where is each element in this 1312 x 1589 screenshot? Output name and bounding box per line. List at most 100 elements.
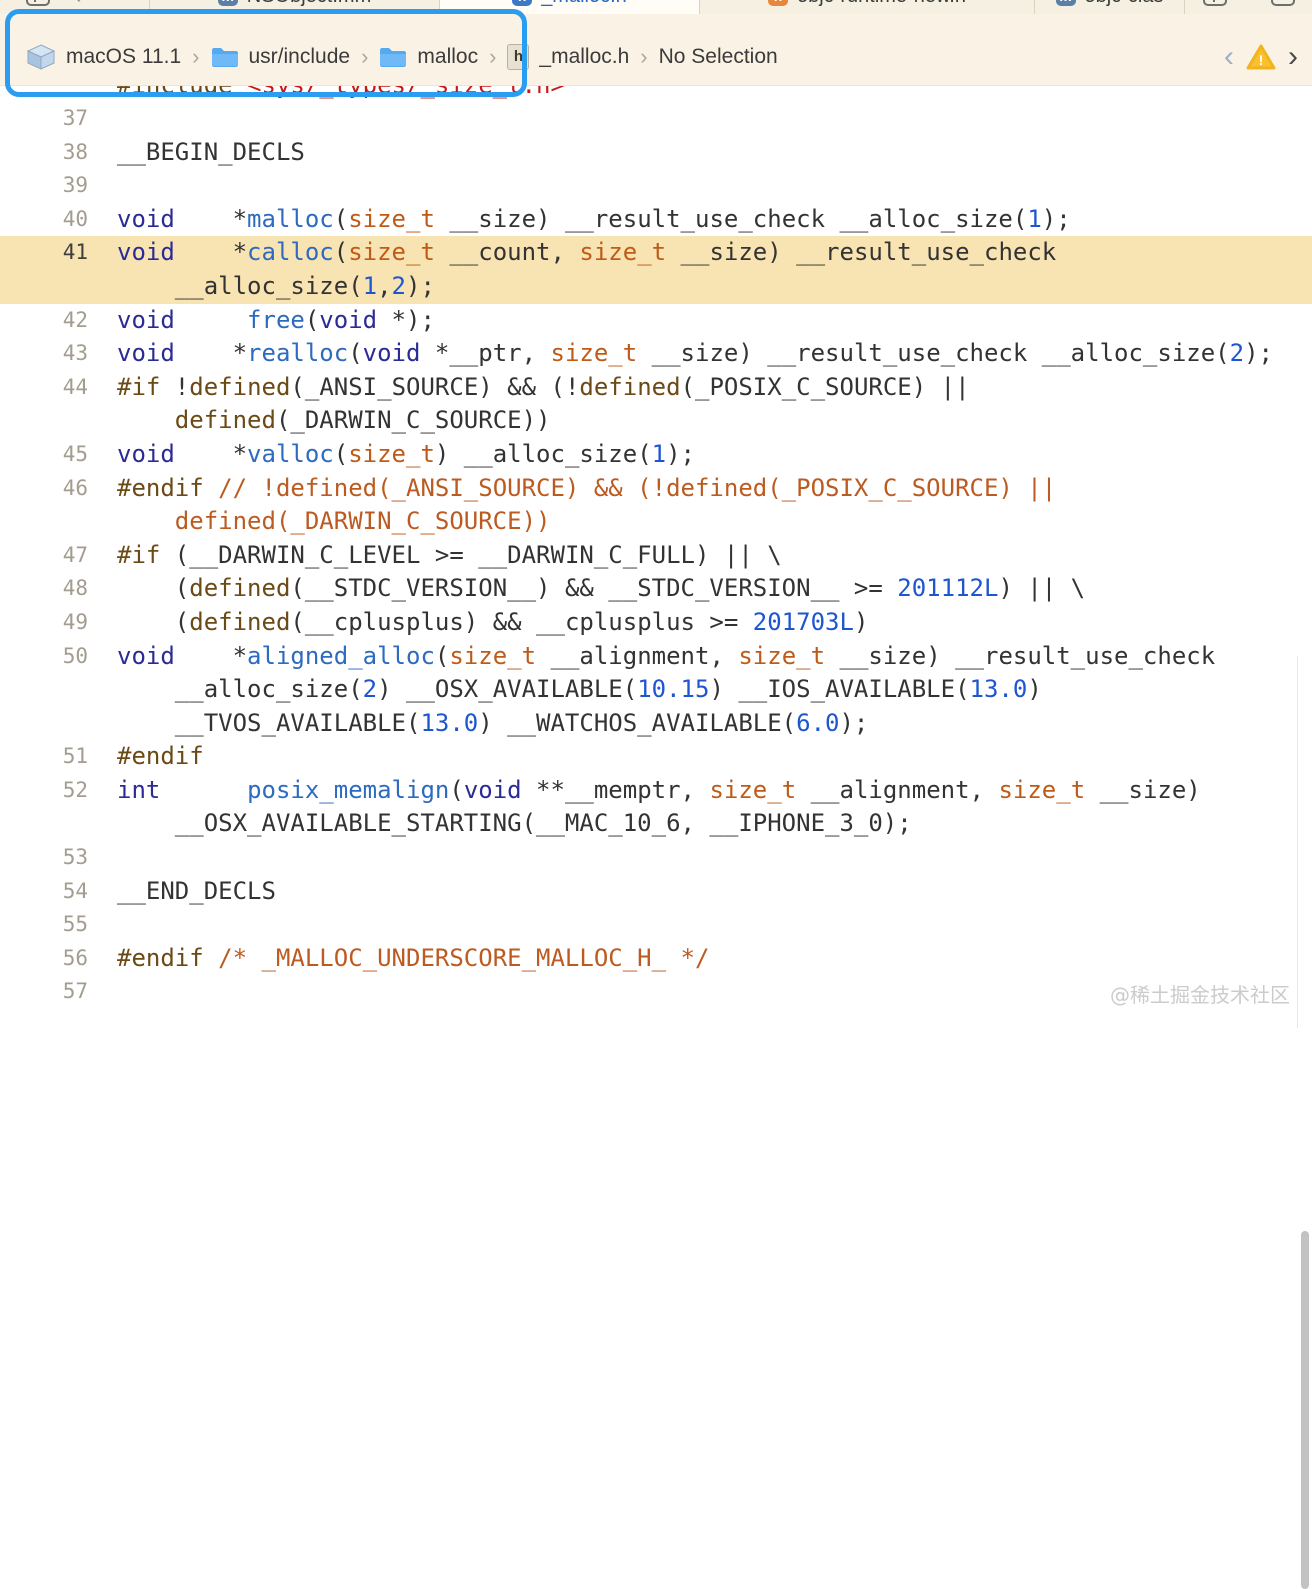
jump-bar: macOS 11.1 › usr/include › malloc › h _m… [0,14,1312,86]
svg-text:!: ! [1259,52,1264,68]
code-row[interactable]: __OSX_AVAILABLE_STARTING(__MAC_10_6, __I… [0,807,1312,841]
line-number[interactable] [0,673,88,707]
editor-layout-icon[interactable] [26,0,50,6]
code-row[interactable]: __alloc_size(2) __OSX_AVAILABLE(10.15) _… [0,673,1312,707]
line-number[interactable] [0,505,88,539]
code-row[interactable]: 55 [0,908,1312,942]
breadcrumb-folder-usr-include[interactable]: usr/include [249,45,351,69]
code-line: __END_DECLS [117,876,276,905]
code-row[interactable]: 56 #endif /* _MALLOC_UNDERSCORE_MALLOC_H_… [0,942,1312,976]
code-row[interactable]: 42 void free(void *); [0,304,1312,338]
code-row[interactable]: 37 [0,102,1312,136]
code-line: void *valloc(size_t) __alloc_size(1); [117,439,696,468]
code-row[interactable]: #include <sys/_types/_size_t.h> [0,86,1312,102]
scrollbar-thumb[interactable] [1301,1231,1309,1589]
line-number[interactable]: 47 [0,539,88,573]
related-items-back-chevron-icon[interactable]: ‹ [1224,41,1234,71]
code-row[interactable]: 53 [0,841,1312,875]
code-row[interactable]: 46 #endif // !defined(_ANSI_SOURCE) && (!… [0,472,1312,506]
header-file-icon: h [507,43,530,70]
next-issue-chevron-icon[interactable]: › [1288,41,1298,71]
breadcrumb-selection[interactable]: No Selection [659,45,778,69]
code-line: __alloc_size(1,2); [117,271,435,300]
split-editor-icon[interactable] [1202,0,1227,6]
code-row[interactable]: 47 #if (__DARWIN_C_LEVEL >= __DARWIN_C_FU… [0,539,1312,573]
line-number[interactable]: 46 [0,472,88,506]
code-row[interactable]: 48 (defined(__STDC_VERSION__) && __STDC_… [0,572,1312,606]
line-number[interactable]: 41 [0,236,88,270]
line-number[interactable]: 44 [0,371,88,405]
code-row[interactable]: 41 void *calloc(size_t __count, size_t __… [0,236,1312,270]
line-number[interactable]: 37 [0,102,88,136]
code-row[interactable]: 39 [0,169,1312,203]
code-line: #endif [117,742,204,771]
sdk-package-icon [26,43,56,71]
line-number[interactable] [0,807,88,841]
back-chevron-icon[interactable]: ‹ [74,0,81,9]
code-line: #endif // !defined(_ANSI_SOURCE) && (!de… [117,473,1057,502]
breadcrumb-folder-malloc[interactable]: malloc [417,45,478,69]
breadcrumb: macOS 11.1 › usr/include › malloc › h _m… [26,43,778,71]
line-number[interactable] [0,86,88,102]
warning-icon[interactable]: ! [1246,44,1276,70]
folder-icon [379,46,407,68]
line-number[interactable] [0,404,88,438]
code-line: void *malloc(size_t __size) __result_use… [117,204,1071,233]
code-row[interactable]: 40 void *malloc(size_t __size) __result_u… [0,203,1312,237]
tab-label: objc-runtime-new.h [797,0,966,8]
line-number[interactable]: 38 [0,136,88,170]
tab-nsobject-mm[interactable]: m NSObject.mm [150,0,440,14]
code-row[interactable]: defined(_DARWIN_C_SOURCE)) [0,404,1312,438]
line-number[interactable]: 40 [0,203,88,237]
code-row[interactable]: defined(_DARWIN_C_SOURCE)) [0,505,1312,539]
code-rows: 37 38 __BEGIN_DECLS 39 40 void *malloc(size_t… [0,102,1312,1009]
line-number[interactable]: 39 [0,169,88,203]
line-number[interactable]: 56 [0,942,88,976]
breadcrumb-file[interactable]: _malloc.h [539,45,629,69]
code-line: #if !defined(_ANSI_SOURCE) && (!defined(… [117,372,970,401]
code-row[interactable]: __TVOS_AVAILABLE(13.0) __WATCHOS_AVAILAB… [0,707,1312,741]
code-row[interactable]: 38 __BEGIN_DECLS [0,136,1312,170]
add-editor-icon[interactable] [1270,0,1295,6]
line-number[interactable]: 53 [0,841,88,875]
line-number[interactable]: 45 [0,438,88,472]
tab-malloc-h[interactable]: h _malloc.h [440,0,700,14]
source-editor[interactable]: #include <sys/_types/_size_t.h> 3738 __BE… [0,86,1312,1589]
code-row[interactable]: 54 __END_DECLS [0,875,1312,909]
code-row[interactable]: __alloc_size(1,2); [0,269,1312,304]
h-file-type-icon: h [768,0,789,6]
line-number[interactable]: 51 [0,740,88,774]
code-row[interactable]: 50 void *aligned_alloc(size_t __alignment… [0,640,1312,674]
line-number[interactable] [0,270,88,304]
scrollbar-track[interactable] [1297,656,1312,1589]
line-number[interactable]: 48 [0,572,88,606]
tab-objc-class[interactable]: m objc-clas [1035,0,1185,14]
line-number[interactable]: 49 [0,606,88,640]
code-line: void *realloc(void *__ptr, size_t __size… [117,339,1273,368]
tab-label: objc-clas [1085,0,1164,8]
code-row[interactable]: 52 int posix_memalign(void **__memptr, si… [0,774,1312,808]
code-row[interactable]: 45 void *valloc(size_t) __alloc_size(1); [0,438,1312,472]
line-number[interactable]: 57 [0,975,88,1009]
code-line: (defined(__cplusplus) && __cplusplus >= … [117,607,869,636]
tab-label: NSObject.mm [247,0,371,8]
jumpbar-right-controls: ‹ ! › [1224,41,1298,71]
line-number[interactable] [0,707,88,741]
code-row[interactable]: 49 (defined(__cplusplus) && __cplusplus … [0,606,1312,640]
line-number[interactable]: 55 [0,908,88,942]
code-row[interactable]: 44 #if !defined(_ANSI_SOURCE) && (!define… [0,371,1312,405]
code-row[interactable]: 43 void *realloc(void *__ptr, size_t __si… [0,337,1312,371]
code-row[interactable]: 51 #endif [0,740,1312,774]
line-number[interactable]: 42 [0,304,88,338]
breadcrumb-sdk[interactable]: macOS 11.1 [66,45,181,69]
line-number[interactable]: 43 [0,337,88,371]
tab-objc-runtime-new-h[interactable]: h objc-runtime-new.h [700,0,1035,14]
code-line: __alloc_size(2) __OSX_AVAILABLE(10.15) _… [117,675,1042,704]
line-number[interactable]: 52 [0,774,88,808]
line-number[interactable]: 50 [0,640,88,674]
clipped-top-line: #include <sys/_types/_size_t.h> [0,86,1312,102]
chevron-separator-icon: › [489,43,497,69]
line-number[interactable]: 54 [0,875,88,909]
